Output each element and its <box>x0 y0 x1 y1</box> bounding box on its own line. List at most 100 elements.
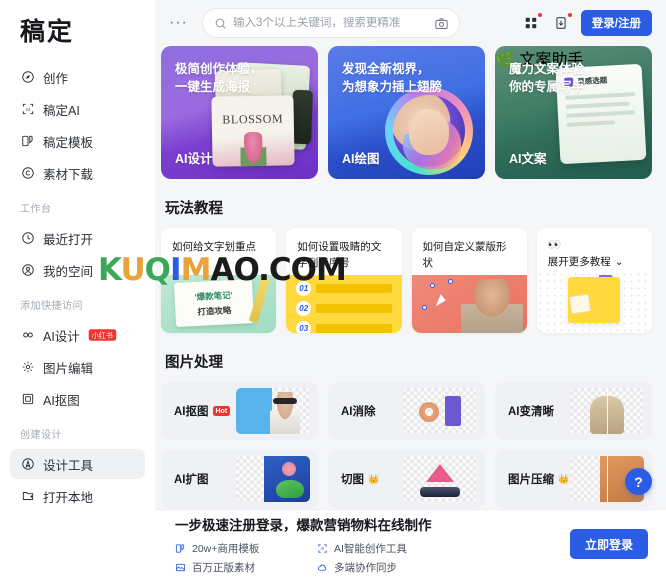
footer-feature-label: 百万正版素材 <box>192 561 255 574</box>
footer-feature-label: 多端协作同步 <box>334 561 397 574</box>
login-now-button[interactable]: 立即登录 <box>569 529 648 559</box>
tool-card-slice[interactable]: 切图 👑 <box>328 450 485 508</box>
tool-label-wrap: 切图 👑 <box>341 471 379 487</box>
chevron-down-icon: ⌄ <box>614 256 624 268</box>
banner-title: 极简创作体验， 一键生成海报 <box>175 62 263 95</box>
sidebar-item-label: 稿定AI <box>43 103 80 118</box>
search-input[interactable] <box>232 17 428 29</box>
tutorial-more-label-wrap: 展开更多教程 ⌄ <box>548 255 642 271</box>
tool-badge-crown: 👑 <box>368 473 380 484</box>
tutorial-card-more[interactable]: 👀 展开更多教程 ⌄ <box>536 228 652 333</box>
list-number: 02 <box>296 301 312 316</box>
template-icon <box>20 134 35 149</box>
footer-feature-label: AI智能创作工具 <box>334 542 407 555</box>
sidebar-item-label: 打开本地 <box>43 490 94 505</box>
tool-label: 图片压缩 <box>508 474 554 486</box>
banner-card-ai-copywriting[interactable]: 灵感选题 魔力文案体验， 你的专属写手 AI文案 🌿 文案助手 <box>495 46 652 179</box>
banner-art-word: BLOSSOM <box>222 111 284 127</box>
sidebar-item-label: 图片编辑 <box>43 361 94 376</box>
tutorial-title: 如何自定义蒙版形状 <box>422 241 507 269</box>
tool-label-wrap: AI扩图 <box>174 471 209 487</box>
brand-logo: 稿定 <box>20 18 75 46</box>
tool-card-ai-eliminate[interactable]: AI消除 <box>328 382 485 440</box>
search-bar[interactable] <box>201 8 460 38</box>
sidebar-item-label: 最近打开 <box>43 232 94 247</box>
section-title-image-tools: 图片处理 <box>165 355 223 371</box>
banner-tag: AI绘图 <box>342 152 380 166</box>
tool-label-wrap: AI变清晰 <box>508 403 554 419</box>
sidebar-item-templates[interactable]: 稿定模板 <box>10 126 145 156</box>
sidebar-item-label: AI设计 <box>43 329 80 344</box>
banner-card-ai-drawing[interactable]: 发现全新视界， 为想象力插上翅膀 AI绘图 <box>328 46 485 179</box>
tutorial-title: 如何给文字划重点 <box>172 241 256 253</box>
sidebar-badge-xiaohongshu: 小红书 <box>88 329 116 341</box>
sidebar-item-image-edit[interactable]: 图片编辑 <box>10 352 145 382</box>
sidebar-item-label: AI抠图 <box>43 393 80 408</box>
apps-grid-button[interactable] <box>521 13 542 33</box>
sidebar-item-gaoding-ai[interactable]: AI 稿定AI <box>10 94 145 124</box>
tool-badge-crown: 👑 <box>558 473 570 484</box>
footer-feature-label: 20w+商用模板 <box>192 542 260 555</box>
tool-label: AI扩图 <box>174 474 209 486</box>
folder-plus-icon <box>20 489 35 504</box>
sidebar-item-label: 素材下载 <box>43 167 94 182</box>
sidebar-item-design-tools[interactable]: 设计工具 <box>10 449 145 479</box>
sidebar-item-create[interactable]: 创作 <box>10 62 145 92</box>
footer-login-banner: 一步极速注册登录，爆款营销物料在线制作 20w+商用模板 AI AI智能创作工具 <box>155 509 666 578</box>
sidebar-item-label: 创作 <box>43 71 69 86</box>
tool-label: 切图 <box>341 474 364 486</box>
binoculars-icon: 👀 <box>547 239 562 251</box>
tutorial-thumbnail: 01 02 03 <box>286 275 402 333</box>
sidebar-group-label-create-design: 创建设计 <box>20 430 62 441</box>
banner-tag: AI设计 <box>175 152 213 166</box>
sidebar: 稿定 创作 AI 稿定AI 稿定模板 素材下载 工作台 最近打开 我的空间 添加… <box>0 0 155 578</box>
tutorial-more-label: 展开更多教程 <box>547 256 611 268</box>
tool-card-ai-cutout[interactable]: AI抠图 Hot <box>161 382 318 440</box>
sidebar-item-recent[interactable]: 最近打开 <box>10 223 145 253</box>
tool-label-wrap: AI消除 <box>341 403 376 419</box>
tutorial-card[interactable]: 如何设置吸睛的文字列表序号 01 02 03 <box>286 228 402 333</box>
login-register-button[interactable]: 登录/注册 <box>580 10 652 36</box>
gear-flower-icon <box>20 360 35 375</box>
tool-thumbnail <box>236 388 310 434</box>
tool-card-ai-expand[interactable]: AI扩图 <box>161 450 318 508</box>
infinity-icon <box>20 328 35 343</box>
sidebar-item-open-local[interactable]: 打开本地 <box>10 481 145 511</box>
banner-title: 魔力文案体验， 你的专属写手 <box>509 62 597 95</box>
image-icon <box>175 562 186 573</box>
download-button[interactable] <box>551 13 572 33</box>
camera-icon[interactable] <box>434 16 449 31</box>
tool-label-wrap: AI抠图 Hot <box>174 403 231 419</box>
topbar: ··· 登录/注册 <box>155 0 666 46</box>
notification-dot <box>537 13 542 17</box>
tutorial-card[interactable]: 如何给文字划重点 '爆款笔记' 打造攻略 <box>161 228 277 333</box>
footer-feature: 20w+商用模板 <box>175 541 295 556</box>
banner-title: 发现全新视界， 为想象力插上翅膀 <box>342 62 443 95</box>
cloud-sync-icon <box>317 562 328 573</box>
square-cut-icon <box>20 392 35 407</box>
footer-feature: 多端协作同步 <box>317 560 570 575</box>
list-number: 03 <box>296 321 312 333</box>
search-icon <box>214 17 227 30</box>
tool-thumbnail <box>570 388 644 434</box>
tutorial-card[interactable]: 如何自定义蒙版形状 <box>411 228 527 333</box>
tool-label: AI抠图 <box>174 406 209 418</box>
sidebar-main-nav: 创作 AI 稿定AI 稿定模板 素材下载 <box>8 58 147 188</box>
tool-card-ai-enhance[interactable]: AI变清晰 <box>495 382 652 440</box>
sidebar-item-material-download[interactable]: 素材下载 <box>10 158 145 188</box>
footer-feature: AI AI智能创作工具 <box>317 541 570 556</box>
sidebar-item-ai-design[interactable]: AI设计 小红书 <box>10 320 145 350</box>
banner-card-ai-design[interactable]: BLOSSOM 极简创作体验， 一键生成海报 AI设计 <box>161 46 318 179</box>
tool-thumbnail <box>403 388 477 434</box>
compass-icon <box>20 70 35 85</box>
sidebar-item-my-space[interactable]: 我的空间 <box>10 255 145 285</box>
sidebar-group-label-quick-access: 添加快捷访问 <box>20 301 83 312</box>
design-tool-icon <box>20 457 35 472</box>
sidebar-item-ai-cutout[interactable]: AI抠图 <box>10 384 145 414</box>
app-root: 稿定 创作 AI 稿定AI 稿定模板 素材下载 工作台 最近打开 我的空间 添加… <box>0 0 666 578</box>
more-menu-button[interactable]: ··· <box>165 15 192 31</box>
help-button[interactable]: ? <box>625 468 652 495</box>
tutorial-title: 如何设置吸睛的文字列表序号 <box>297 241 382 269</box>
tool-thumbnail <box>236 456 310 502</box>
svg-text:AI: AI <box>321 545 325 550</box>
